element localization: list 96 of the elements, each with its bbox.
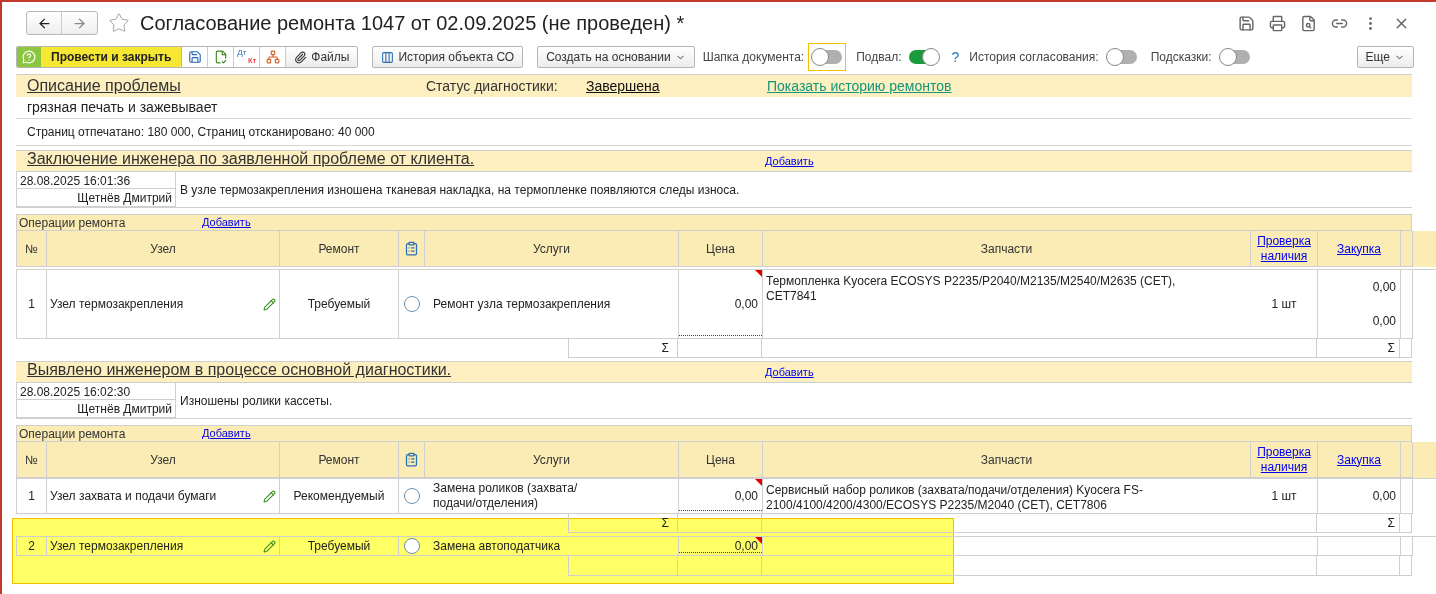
purchase-link[interactable]: Закупка <box>1337 450 1381 469</box>
pencil-icon[interactable] <box>263 297 276 311</box>
column-header: № <box>17 442 47 478</box>
table-title: Операции ремонта <box>18 425 127 443</box>
files-button[interactable]: Файлы <box>286 47 358 67</box>
table-cell-text: Термопленка Kyocera ECOSYS P2235/P2040/M2135/M2540/M2635 (CET), CET7841 <box>766 274 1177 304</box>
toggle-switch[interactable] <box>909 50 940 64</box>
columns-icon <box>381 50 395 64</box>
table-cell: 1 <box>17 479 47 514</box>
purchase-link[interactable]: Закупка <box>1337 239 1381 258</box>
table-cell-text: Замена роликов (захвата/подачи/отделения) <box>433 481 579 511</box>
table-cell-text: Узел термозакрепления <box>50 538 184 555</box>
table-cell-text: 0,00 <box>1372 488 1396 505</box>
entry-datetime: 28.08.2025 16:02:30 <box>17 383 175 400</box>
add-link[interactable]: Добавить <box>202 425 251 442</box>
table-cell-text: Узел термозакрепления <box>50 296 184 313</box>
save-icon[interactable] <box>1238 14 1255 32</box>
more-button[interactable]: Еще <box>1356 46 1414 68</box>
table-title: Операции ремонта <box>18 214 127 232</box>
column-header: Запчасти <box>979 451 1034 469</box>
toggle-label: Подсказки: <box>1150 49 1212 66</box>
table-cell-text: 0,00 <box>1372 313 1396 330</box>
total-cell: Σ <box>568 339 678 358</box>
add-link[interactable]: Добавить <box>765 363 814 380</box>
journal-button[interactable]: Дт Кт <box>234 47 261 67</box>
table-cell-text: Узел захвата и подачи бумаги <box>50 488 217 505</box>
empty-cell <box>1400 339 1412 358</box>
table-cell-text: 1 шт <box>1271 296 1297 313</box>
table-cell: Ремонт узла термозакрепления <box>433 296 611 312</box>
price-cell: 0,00 <box>679 270 763 339</box>
table-cell-text: Сервисный набор роликов (захвата/подачи/отделения) Kyocera FS-2100/4100/4200/4300/ECOSYS P2235/M2040 (CET), CET7806 <box>766 483 1144 513</box>
print-icon[interactable] <box>1269 14 1286 32</box>
radio-button[interactable] <box>404 488 420 504</box>
post-and-close-button[interactable]: Провести и закрыть <box>41 47 183 67</box>
empty-cell <box>1400 556 1412 576</box>
table-cell: 1 <box>17 270 47 339</box>
status-label: Статус диагностики: <box>426 76 559 96</box>
add-link[interactable]: Добавить <box>202 214 251 231</box>
empty-cell <box>1400 514 1412 533</box>
column-header: Услуги <box>425 231 679 267</box>
object-history-button[interactable]: История объекта СО <box>372 46 524 68</box>
help-mark[interactable]: ? <box>951 46 960 68</box>
stock-check-link[interactable]: Проверка наличия <box>1251 233 1317 264</box>
paperclip-icon <box>294 50 308 64</box>
error-mark-icon <box>755 479 762 486</box>
status-value-link[interactable]: Завершена <box>586 75 767 97</box>
column-header: № <box>17 231 47 267</box>
page-counters-text: Страниц отпечатано: 180 000, Страниц отсканировано: 40 000 <box>27 124 375 141</box>
clipboard-icon[interactable] <box>404 241 419 256</box>
preview-icon[interactable] <box>1300 14 1317 32</box>
toggle-switch[interactable] <box>812 50 843 64</box>
document-check-icon <box>213 50 228 64</box>
window-title: Согласование ремонта 1047 от 02.09.2025 (не проведен) * <box>140 11 685 36</box>
help-icon <box>22 50 36 64</box>
total-cell: Σ <box>1317 339 1400 358</box>
column-header: Ремонт <box>280 442 399 478</box>
column-header: Цена <box>679 442 763 478</box>
entry-text: Изношены ролики кассеты. <box>180 392 333 410</box>
hierarchy-icon <box>265 50 280 64</box>
toggle-switch[interactable] <box>1106 50 1137 64</box>
entry-datetime: 28.08.2025 16:01:36 <box>17 172 175 189</box>
section-title: Заключение инженера по заявленной проблеме от клиента. <box>26 149 476 169</box>
entry-text: В узле термозакрепления изношена тканевая накладка, на термопленке появляются следы износа. <box>180 181 740 199</box>
table-cell-text: 1 шт <box>1271 488 1297 505</box>
clipboard-icon[interactable] <box>404 452 419 467</box>
toggle-switch[interactable] <box>1219 50 1250 64</box>
entry-author: Щетнёв Дмитрий <box>76 401 173 417</box>
table-cell: Требуемый <box>280 270 399 339</box>
stock-check-link[interactable]: Проверка наличия <box>1251 444 1317 475</box>
table-cell-text: 0,00 <box>1372 279 1396 296</box>
column-header: Запчасти <box>979 240 1034 258</box>
column-header: Цена <box>679 231 763 267</box>
column-header: Узел <box>47 442 280 478</box>
radio-button[interactable] <box>404 296 420 312</box>
favorite-star-icon[interactable] <box>108 12 130 34</box>
price-cell: 0,00 <box>679 479 763 514</box>
arrow-right-icon <box>72 15 87 31</box>
total-cell: Σ <box>1317 514 1400 533</box>
section-title: Выявлено инженером в процессе основной диагностики. <box>26 360 452 380</box>
create-based-on-button[interactable]: Создать на основании <box>537 46 695 68</box>
toggle-label: Подвал: <box>856 49 902 66</box>
pencil-icon[interactable] <box>263 539 276 553</box>
add-link[interactable]: Добавить <box>765 152 814 169</box>
pencil-icon[interactable] <box>263 489 276 503</box>
column-header: Ремонт <box>280 231 399 267</box>
toggle-label: Шапка документа: <box>702 49 805 66</box>
table-cell: Рекомендуемый <box>280 479 399 514</box>
column-header: Услуги <box>425 442 679 478</box>
toggle-label: История согласования: <box>969 49 1099 66</box>
entry-author: Щетнёв Дмитрий <box>76 190 173 206</box>
problem-title-link[interactable]: Описание проблемы <box>16 74 426 98</box>
problem-text: грязная печать и зажевывает <box>27 98 218 117</box>
table-cell: Замена автоподатчика <box>433 538 561 554</box>
error-mark-icon <box>755 270 762 277</box>
help-button[interactable] <box>17 47 41 67</box>
column-header: Узел <box>47 231 280 267</box>
